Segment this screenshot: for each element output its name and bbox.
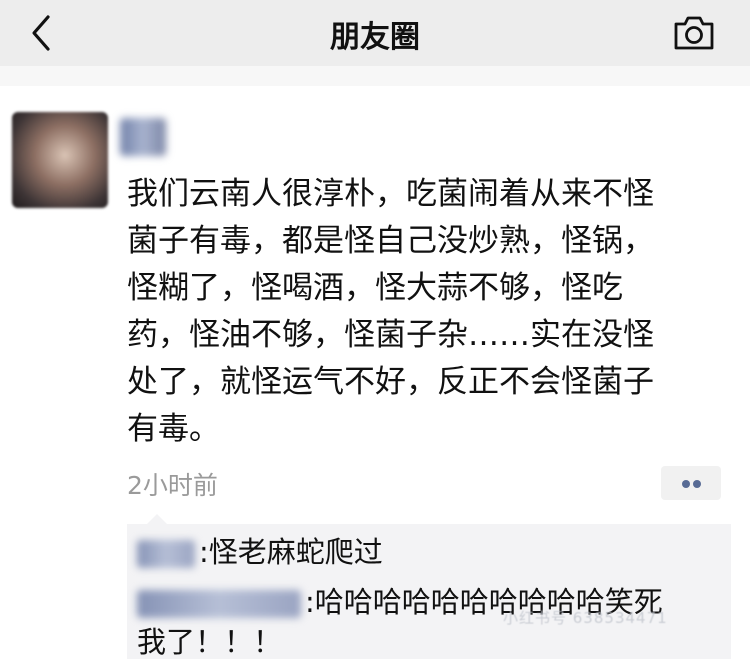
- comment-separator: :: [199, 535, 209, 569]
- nav-bar: 朋友圈: [0, 0, 750, 67]
- page-title: 朋友圈: [330, 20, 420, 55]
- camera-icon[interactable]: [672, 14, 716, 52]
- comment-author-blurred[interactable]: [137, 540, 195, 568]
- nav-separator: [0, 66, 750, 86]
- avatar[interactable]: [12, 112, 108, 208]
- comment-separator: :: [305, 585, 315, 619]
- dot: [682, 480, 690, 488]
- post-time: 2小时前: [127, 471, 218, 500]
- username-blurred[interactable]: [120, 118, 166, 156]
- comment-author-blurred[interactable]: [137, 590, 301, 618]
- watermark: 小红书号 638534471: [503, 609, 668, 627]
- post-text: 我们云南人很淳朴，吃菌闹着从来不怪 菌子有毒，都是怪自己没炒熟，怪锅， 怪糊了，…: [127, 176, 654, 447]
- comments-area: :怪老麻蛇爬过 :哈哈哈哈哈哈哈哈哈哈笑死 我了！！！: [127, 514, 731, 659]
- dot: [693, 480, 701, 488]
- comment-text: 怪老麻蛇爬过: [208, 535, 383, 569]
- comment-item[interactable]: :怪老麻蛇爬过: [137, 532, 723, 572]
- more-dots-icon[interactable]: [661, 466, 721, 500]
